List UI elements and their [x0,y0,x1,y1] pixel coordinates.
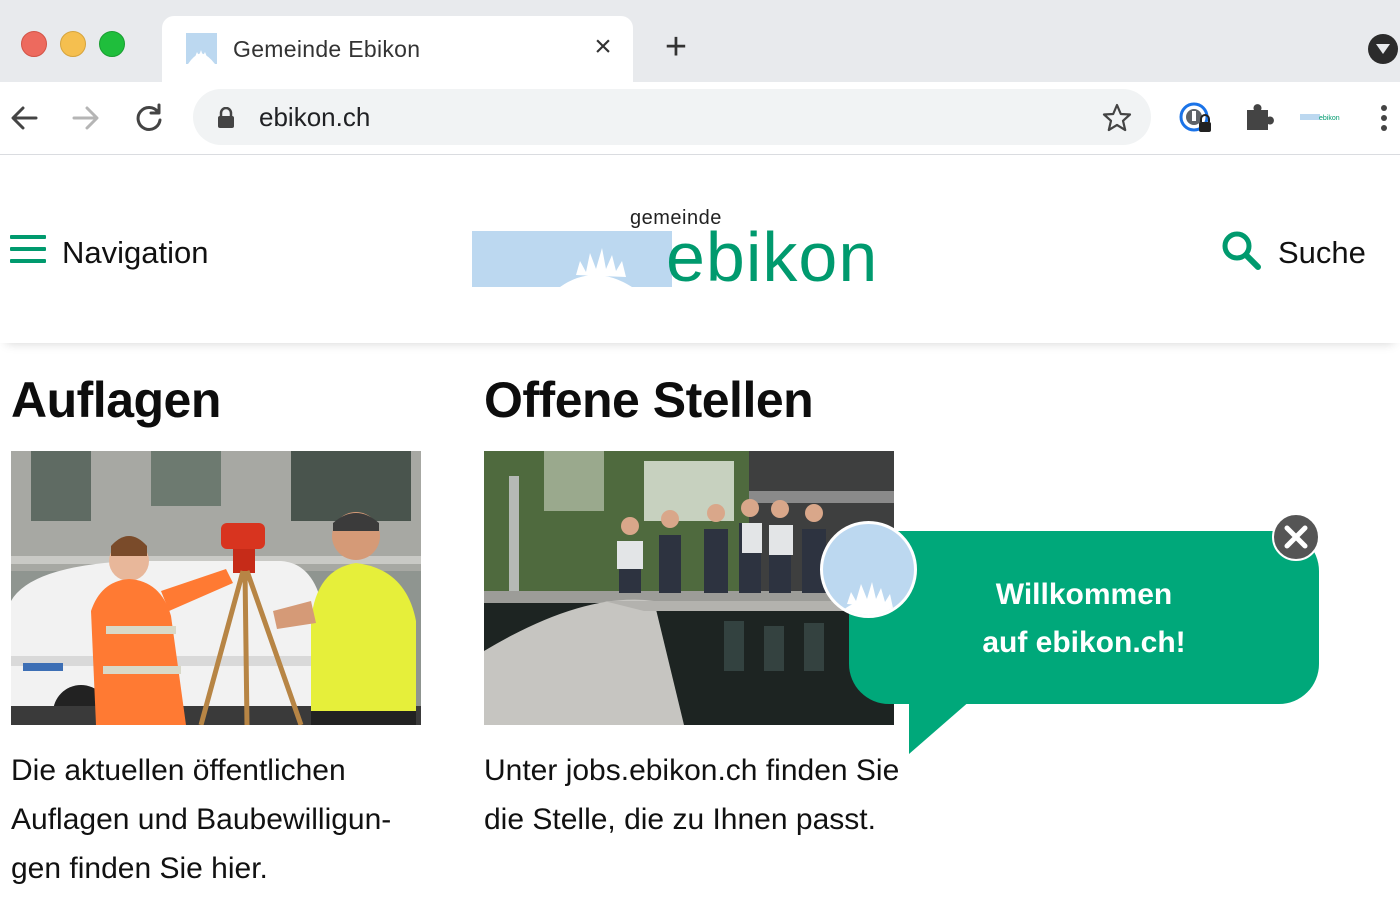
svg-text:ebikon: ebikon [1319,115,1340,122]
lock-icon [218,107,234,128]
forward-button[interactable] [68,100,104,136]
search-icon [1222,231,1261,270]
tab-search-button[interactable] [1368,34,1398,64]
welcome-line-2: auf ebikon.ch! [982,626,1186,659]
tab-title: Gemeinde Ebikon [233,36,421,62]
welcome-avatar-icon [820,521,917,618]
welcome-bubble[interactable]: Willkommen auf ebikon.ch! [849,531,1319,704]
logo-sky-band [472,231,672,287]
chevron-down-icon [1376,44,1390,54]
maximize-window-button[interactable] [99,31,125,57]
close-icon [1284,525,1308,549]
auflagen-photo[interactable] [11,451,421,725]
close-window-button[interactable] [21,31,47,57]
section-title[interactable]: Offene Stellen [484,370,896,430]
section-offene-stellen: Offene Stellen Unter jobs.ebikon.ch find… [484,370,899,836]
navigation-label: Navigation [62,235,209,270]
tab-close-icon[interactable]: × [588,32,618,62]
site-logo[interactable]: gemeinde ebikon [472,207,912,297]
logo-big-text: ebikon [666,218,879,296]
extensions-puzzle-icon[interactable] [1242,100,1276,134]
minimize-window-button[interactable] [60,31,86,57]
reload-icon [136,103,162,131]
star-icon[interactable] [1102,103,1132,133]
arrow-right-icon [72,106,99,130]
search-label: Suche [1278,235,1366,270]
bubble-tail [909,700,971,754]
ebikon-extension-icon[interactable]: ebikon [1300,110,1342,124]
reload-button[interactable] [131,100,167,136]
new-tab-button[interactable]: + [658,28,694,66]
favicon-icon [186,33,217,64]
section-text: Unter jobs.ebikon.ch finden Sie die Stel… [484,754,900,836]
close-welcome-button[interactable] [1272,513,1320,561]
browser-tab-active[interactable]: Gemeinde Ebikon × [162,16,633,82]
back-button[interactable] [6,100,42,136]
url-text: ebikon.ch [259,102,371,132]
section-auflagen: Auflagen Die aktuellen öffentlichen Aufl… [11,370,423,885]
search-button[interactable]: Suche [1220,229,1366,275]
password-manager-icon[interactable] [1178,100,1214,136]
welcome-line-1: Willkommen [995,578,1173,611]
section-title[interactable]: Auflagen [11,370,423,430]
more-menu-icon[interactable] [1374,100,1394,136]
browser-toolbar: ebikon.ch ebikon [0,82,1400,155]
section-text: Die aktuellen öffentlichen Auflagen und … [11,754,392,885]
site-header: Navigation gemeinde ebikon Suche [0,155,1400,343]
arrow-left-icon [11,106,38,130]
browser-tab-strip: Gemeinde Ebikon × + [0,0,1400,82]
welcome-text: Willkommen auf ebikon.ch! [849,571,1319,667]
address-bar[interactable]: ebikon.ch [193,89,1151,145]
hamburger-menu-icon [10,235,46,265]
